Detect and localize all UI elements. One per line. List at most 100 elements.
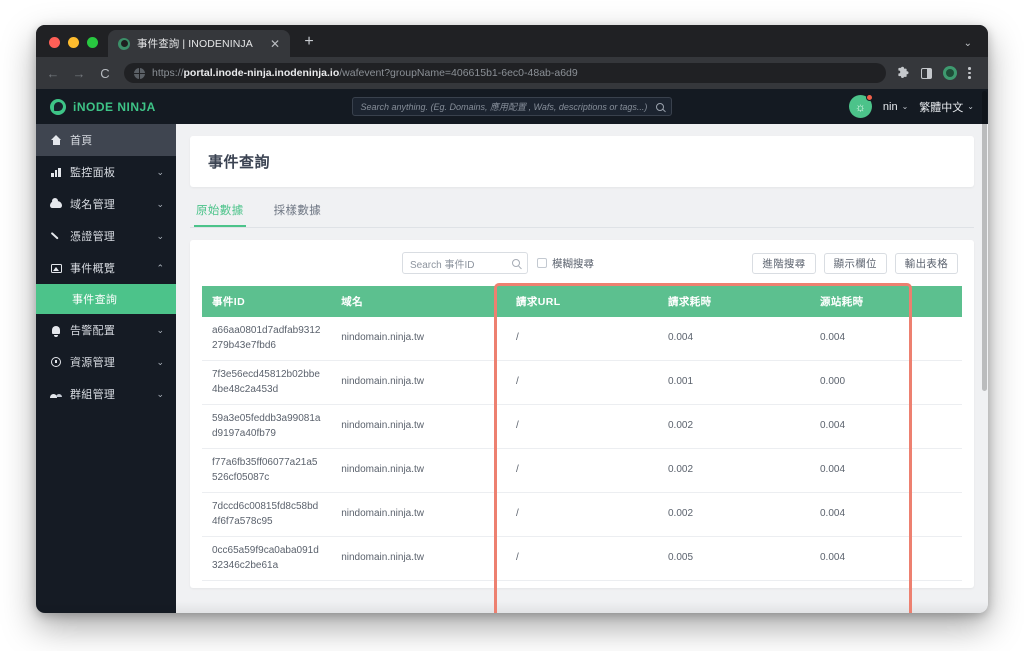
page-title: 事件查詢 — [208, 154, 271, 171]
page-root: 事件查詢 | INODENINJA ✕ + ⌄ ← → C https://po… — [0, 0, 1024, 651]
table-row[interactable]: 2afbecccd41292cccff8ac8b8a0ebfb0 nindoma… — [202, 580, 962, 588]
url-path: /wafevent?groupName=406615b1-6ec0-48ab-a… — [339, 67, 578, 79]
forward-button[interactable]: → — [72, 66, 86, 81]
tab-raw-data[interactable]: 原始數據 — [194, 199, 246, 227]
search-icon[interactable] — [656, 102, 665, 111]
sidebar-item-monitoring[interactable]: 監控面板 ⌄ — [36, 156, 176, 188]
fuzzy-search-checkbox[interactable]: 模糊搜尋 — [537, 256, 594, 271]
cell-origin-time: 0.004 — [809, 492, 962, 537]
chevron-down-icon: ⌄ — [156, 230, 164, 241]
window-controls[interactable] — [45, 37, 108, 57]
cell-request-time: 0.001 — [657, 360, 810, 405]
sidebar-item-domains[interactable]: 域名管理 ⌄ — [36, 188, 176, 220]
chevron-down-icon: ⌄ — [156, 198, 164, 209]
url-host: portal.inode-ninja.inodeninja.io — [183, 67, 340, 79]
app-logo[interactable]: iNODE NINJA — [50, 98, 176, 115]
sidebar-item-label: 群組管理 — [70, 389, 116, 401]
sidebar-item-events-overview[interactable]: 事件概覽 ⌃ — [36, 252, 176, 284]
sidebar-item-resources[interactable]: 資源管理 ⌄ — [36, 346, 176, 378]
cell-domain: nindomain.ninja.tw — [331, 536, 506, 581]
browser-toolbar-icons — [898, 66, 973, 80]
side-panel-icon[interactable] — [921, 67, 932, 79]
site-info-globe-icon[interactable] — [134, 67, 145, 79]
address-bar[interactable]: https://portal.inode-ninja.inodeninja.io… — [124, 63, 886, 83]
table-header-row: 事件ID 域名 請求URL 請求耗時 源站耗時 — [202, 286, 962, 317]
home-icon — [50, 135, 62, 145]
cell-request-url: / — [505, 448, 658, 493]
sidebar-item-label: 域名管理 — [70, 199, 116, 211]
column-header-event-id[interactable]: 事件ID — [202, 286, 332, 317]
content-tabs: 原始數據 採樣數據 — [190, 199, 974, 228]
minimize-window-button[interactable] — [68, 37, 79, 48]
cell-event-id: a66aa0801d7adfab9312279b43e7fbd6 — [202, 317, 332, 361]
cell-request-time: 0.005 — [657, 536, 810, 581]
sidebar-item-alerts[interactable]: 告警配置 ⌄ — [36, 314, 176, 346]
user-menu[interactable]: nin ⌄ — [883, 101, 908, 113]
avatar[interactable]: ☼ — [848, 94, 873, 118]
close-icon[interactable]: ✕ — [268, 38, 282, 50]
search-icon[interactable] — [512, 259, 520, 267]
table-row[interactable]: 7f3e56ecd45812b02bbe4be48c2a453d nindoma… — [202, 360, 962, 405]
checkbox-box[interactable] — [537, 258, 547, 268]
column-header-request-time[interactable]: 請求耗時 — [657, 286, 810, 317]
web-app: iNODE NINJA Search anything. (Eg. Domain… — [36, 89, 988, 613]
page-scrollbar[interactable] — [981, 89, 988, 613]
table-body: a66aa0801d7adfab9312279b43e7fbd6 nindoma… — [202, 317, 962, 588]
results-toolbar: Search 事件ID 模糊搜尋 進階搜尋 顯示欄位 輸出表格 — [202, 252, 962, 286]
global-search-input[interactable]: Search anything. (Eg. Domains, 應用配置 , Wa… — [352, 97, 673, 116]
back-button[interactable]: ← — [46, 66, 60, 81]
sidebar-item-label: 告警配置 — [70, 325, 116, 337]
cell-domain: nindomain.ninja.tw — [331, 360, 506, 405]
column-header-request-url[interactable]: 請求URL — [505, 286, 658, 317]
advanced-search-button[interactable]: 進階搜尋 — [752, 252, 816, 274]
chevron-down-icon: ⌄ — [901, 102, 909, 111]
sidebar-item-certificates[interactable]: 憑證管理 ⌄ — [36, 220, 176, 252]
app-header: iNODE NINJA Search anything. (Eg. Domain… — [36, 89, 988, 124]
cell-event-id: 0cc65a59f9ca0aba091d32346c2be61a — [202, 536, 332, 581]
cell-origin-time: 0.004 — [809, 404, 962, 449]
close-window-button[interactable] — [49, 37, 60, 48]
users-icon — [50, 390, 62, 398]
browser-tab-strip: 事件查詢 | INODENINJA ✕ + ⌄ — [36, 25, 988, 57]
clock-icon — [50, 357, 62, 367]
chevron-down-icon[interactable]: ⌄ — [964, 38, 972, 49]
sidebar-item-label: 監控面板 — [70, 167, 116, 179]
table-row[interactable]: 0cc65a59f9ca0aba091d32346c2be61a nindoma… — [202, 536, 962, 581]
sidebar-item-groups[interactable]: 群組管理 ⌄ — [36, 378, 176, 410]
language-menu[interactable]: 繁體中文 ⌄ — [919, 99, 974, 115]
browser-tab[interactable]: 事件查詢 | INODENINJA ✕ — [108, 30, 290, 57]
cell-request-url: / — [505, 536, 658, 581]
cell-domain: nindomain.ninja.tw — [331, 580, 506, 588]
chevron-down-icon: ⌄ — [156, 356, 164, 367]
reload-button[interactable]: C — [98, 66, 112, 81]
table-row[interactable]: f77a6fb35ff06077a21a5526cf05087c nindoma… — [202, 448, 962, 493]
sidebar-subitem-label: 事件查詢 — [72, 294, 118, 306]
cell-request-url: / — [505, 492, 658, 537]
sidebar-item-event-query[interactable]: 事件查詢 — [36, 284, 176, 314]
table-row[interactable]: 7dccd6c00815fd8c58bd4f6f7a578c95 nindoma… — [202, 492, 962, 537]
table-row[interactable]: a66aa0801d7adfab9312279b43e7fbd6 nindoma… — [202, 317, 962, 361]
scrollbar-thumb[interactable] — [982, 91, 987, 391]
kebab-menu-icon[interactable] — [968, 67, 971, 79]
chevron-up-icon: ⌃ — [156, 262, 164, 273]
new-tab-button[interactable]: + — [300, 34, 318, 50]
search-input[interactable]: Search 事件ID — [402, 252, 528, 274]
column-header-origin-time[interactable]: 源站耗時 — [809, 286, 962, 317]
maximize-window-button[interactable] — [87, 37, 98, 48]
sidebar-item-home[interactable]: 首頁 — [36, 124, 176, 156]
cell-event-id: 2afbecccd41292cccff8ac8b8a0ebfb0 — [202, 580, 332, 588]
address-bar-url: https://portal.inode-ninja.inodeninja.io… — [152, 67, 578, 79]
export-table-button[interactable]: 輸出表格 — [894, 252, 958, 274]
table-row[interactable]: 59a3e05feddb3a99081ad9197a40fb79 nindoma… — [202, 404, 962, 449]
show-columns-button[interactable]: 顯示欄位 — [823, 252, 887, 274]
pen-icon — [50, 231, 62, 242]
tab-sampled-data[interactable]: 採樣數據 — [272, 199, 324, 227]
column-header-domain[interactable]: 域名 — [331, 286, 506, 317]
cell-domain: nindomain.ninja.tw — [331, 404, 506, 449]
table-header: 事件ID 域名 請求URL 請求耗時 源站耗時 — [202, 286, 962, 317]
cell-origin-time: 0.004 — [809, 317, 962, 361]
cloud-icon — [50, 197, 62, 208]
profile-avatar-icon[interactable] — [943, 66, 957, 80]
app-body: 首頁 監控面板 ⌄ 域名管理 ⌄ 憑證管理 ⌄ 事件概覽 ⌃ 事件查詢 告警配置… — [36, 124, 988, 613]
puzzle-icon[interactable] — [898, 66, 910, 80]
